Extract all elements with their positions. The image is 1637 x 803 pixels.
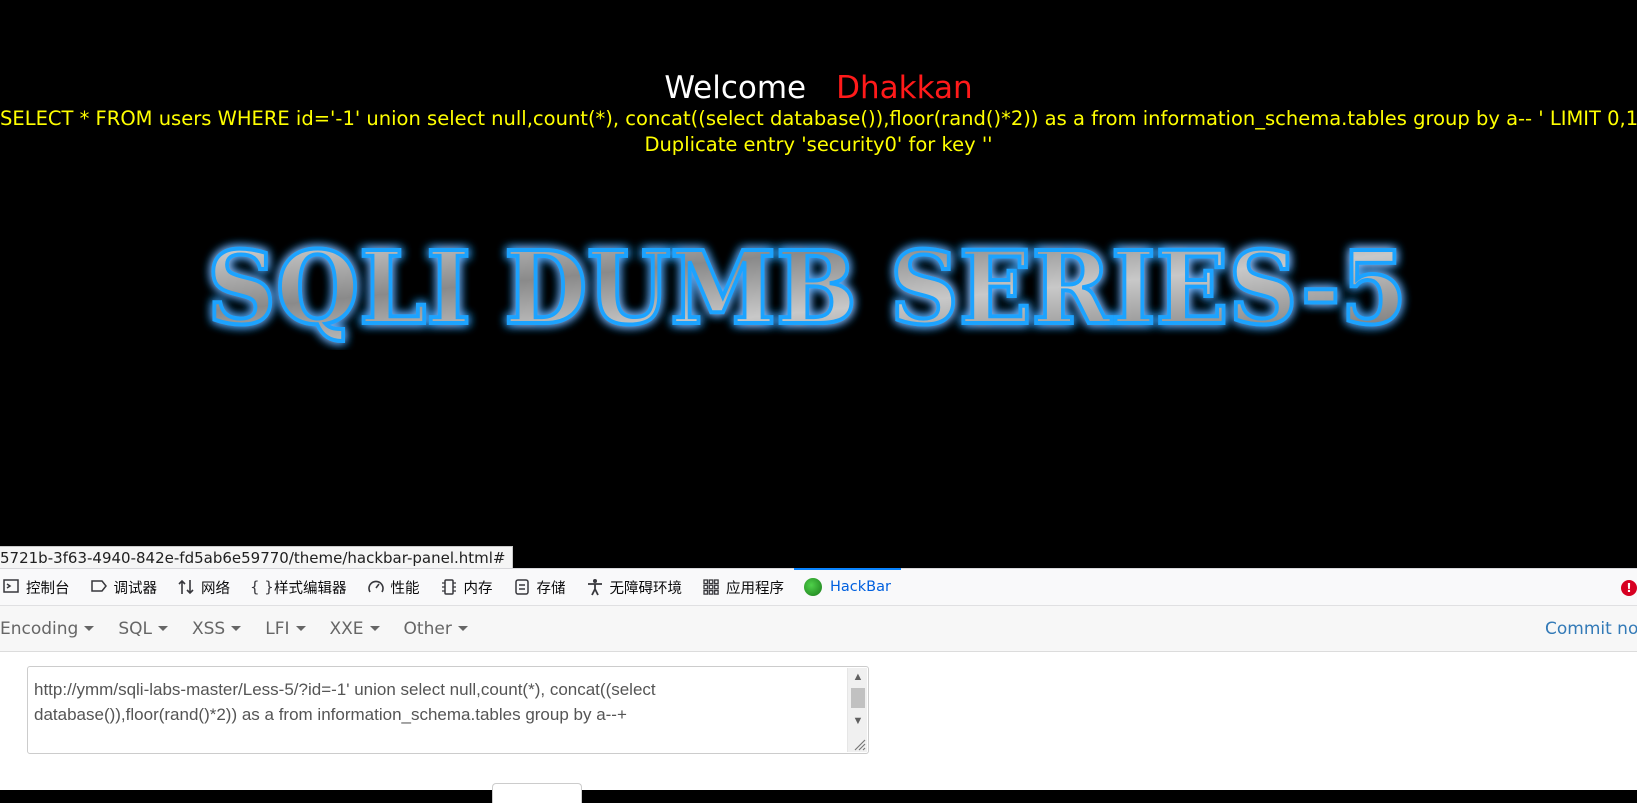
lfi-menu[interactable]: LFI xyxy=(265,619,317,639)
xxe-menu[interactable]: XXE xyxy=(330,619,392,639)
performance-icon xyxy=(367,578,385,596)
scroll-up-icon[interactable]: ▲ xyxy=(848,668,868,686)
menu-label: Encoding xyxy=(0,618,79,639)
caret-down-icon xyxy=(158,626,168,631)
welcome-label: Welcome xyxy=(664,70,807,106)
url-textarea[interactable]: http://ymm/sqli-labs-master/Less-5/?id=-… xyxy=(27,666,869,754)
menu-label: LFI xyxy=(265,618,290,639)
tab-label: 控制台 xyxy=(26,580,70,597)
status-bar-url: 5721b-3f63-4940-842e-fd5ab6e59770/theme/… xyxy=(0,546,513,570)
sqli-banner-logo: SQLI DUMB SERIES-5 xyxy=(185,225,1430,350)
xss-menu[interactable]: XSS xyxy=(192,619,253,639)
storage-icon xyxy=(513,578,531,596)
debugger-icon xyxy=(90,578,108,596)
other-menu[interactable]: Other xyxy=(404,619,480,639)
tab-label: 应用程序 xyxy=(726,580,784,597)
error-message: Duplicate entry 'security0' for key '' xyxy=(644,133,993,156)
sqli-page: Welcome Dhakkan SELECT * FROM users WHERE… xyxy=(0,0,1637,568)
devtools-tab-bar: 控制台 调试器 网络 { } 样式编辑器 性能 内存 存储 无障碍环境 应用程序… xyxy=(0,568,1637,606)
tab-label: 内存 xyxy=(463,580,493,597)
welcome-line: Welcome Dhakkan xyxy=(0,68,1637,108)
svg-text:SQLI DUMB SERIES-5: SQLI DUMB SERIES-5 xyxy=(207,229,1407,347)
encoding-menu[interactable]: Encoding xyxy=(0,619,106,639)
tab-debugger[interactable]: 调试器 xyxy=(80,569,168,605)
execute-button[interactable] xyxy=(492,783,582,803)
console-icon xyxy=(2,578,20,596)
user-name: Dhakkan xyxy=(836,70,973,106)
memory-icon xyxy=(440,578,458,596)
menu-label: SQL xyxy=(118,618,152,639)
tab-storage[interactable]: 存储 xyxy=(503,569,576,605)
caret-down-icon xyxy=(295,626,306,631)
menu-label: Other xyxy=(403,618,452,639)
tab-label: 样式编辑器 xyxy=(274,580,347,597)
menu-label: XXE xyxy=(329,618,364,639)
hackbar-icon xyxy=(804,578,822,596)
application-icon xyxy=(702,578,720,596)
accessibility-icon xyxy=(586,578,604,596)
style-editor-icon: { } xyxy=(250,578,274,596)
commit-now-link[interactable]: Commit now xyxy=(1545,606,1637,652)
tab-performance[interactable]: 性能 xyxy=(357,569,430,605)
url-text: http://ymm/sqli-labs-master/Less-5/?id=-… xyxy=(34,680,656,724)
sql-menu[interactable]: SQL xyxy=(118,619,180,639)
tab-label: HackBar xyxy=(830,579,891,595)
tab-hackbar[interactable]: HackBar xyxy=(794,568,901,605)
caret-down-icon xyxy=(84,626,95,631)
tab-console[interactable]: 控制台 xyxy=(0,569,80,605)
hackbar-toolbar: Encoding SQL XSS LFI XXE Other Commit no… xyxy=(0,606,1637,652)
tab-network[interactable]: 网络 xyxy=(167,569,240,605)
caret-down-icon xyxy=(457,626,468,631)
query-text: SELECT * FROM users WHERE id='-1' union … xyxy=(0,107,1637,130)
caret-down-icon xyxy=(369,626,380,631)
tab-label: 网络 xyxy=(201,580,230,597)
tab-application[interactable]: 应用程序 xyxy=(692,569,794,605)
network-icon xyxy=(177,578,195,596)
caret-down-icon xyxy=(231,626,242,631)
tab-label: 性能 xyxy=(390,580,420,597)
menu-label: XSS xyxy=(192,618,226,639)
tab-label: 调试器 xyxy=(113,580,158,597)
tab-label: 存储 xyxy=(536,580,566,597)
tab-memory[interactable]: 内存 xyxy=(430,569,503,605)
scroll-down-icon[interactable]: ▼ xyxy=(848,712,868,730)
tab-style-editor[interactable]: { } 样式编辑器 xyxy=(240,569,357,605)
tab-label: 无障碍环境 xyxy=(609,580,683,597)
tab-accessibility[interactable]: 无障碍环境 xyxy=(576,569,693,605)
resize-handle-icon[interactable] xyxy=(852,737,866,751)
error-icon[interactable]: ! xyxy=(1621,580,1637,596)
scroll-thumb[interactable] xyxy=(851,688,865,708)
hackbar-body: http://ymm/sqli-labs-master/Less-5/?id=-… xyxy=(0,652,1637,803)
